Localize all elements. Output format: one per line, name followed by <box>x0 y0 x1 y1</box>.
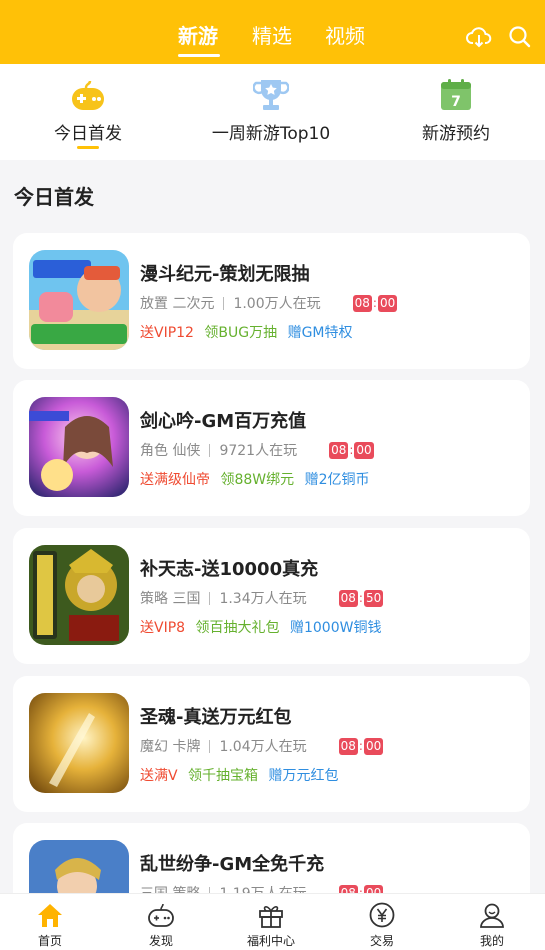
game-thumbnail[interactable] <box>29 397 129 497</box>
game-players: 1.34万人在玩 <box>219 591 307 607</box>
category-today-launch[interactable]: 今日首发 <box>38 64 138 160</box>
game-players: 1.00万人在玩 <box>233 296 321 312</box>
category-label: 今日首发 <box>54 124 122 144</box>
tag-blue: 赠GM特权 <box>287 325 353 341</box>
game-tags: 送VIP12 领BUG万抽 赠GM特权 <box>140 322 359 342</box>
category-weekly-top10[interactable]: 一周新游Top10 <box>200 64 342 160</box>
timer-minutes: 00 <box>363 737 384 755</box>
game-tags: 送满V 领千抽宝箱 赠万元红包 <box>140 765 344 785</box>
timer-minutes: 50 <box>363 589 384 607</box>
game-thumbnail[interactable] <box>29 693 129 793</box>
tab-new-games[interactable]: 新游 <box>178 20 218 49</box>
calendar-icon: 7 <box>441 79 471 110</box>
tag-blue: 赠万元红包 <box>268 768 339 784</box>
active-tab-indicator <box>178 54 220 57</box>
game-genre: 角色 仙侠 <box>140 443 201 459</box>
game-genre: 魔幻 卡牌 <box>140 739 201 755</box>
game-meta: 策略 三国 1.34万人在玩 08:50 <box>140 588 384 608</box>
tag-red: 送满V <box>140 768 178 784</box>
tag-blue: 赠1000W铜钱 <box>289 620 382 636</box>
yen-icon <box>369 902 395 928</box>
gamepad-icon <box>148 903 174 927</box>
nav-trade[interactable]: 交易 <box>342 894 422 950</box>
game-thumbnail[interactable] <box>29 250 129 350</box>
timer-minutes: 00 <box>354 441 374 459</box>
game-tags: 送VIP8 领百抽大礼包 赠1000W铜钱 <box>140 617 387 637</box>
category-reservation[interactable]: 7 新游预约 <box>410 64 502 160</box>
game-card[interactable]: 剑心吟-GM百万充值 角色 仙侠 9721人在玩 08:00 送满级仙帝 领88… <box>13 380 530 516</box>
divider <box>223 296 225 310</box>
game-title[interactable]: 圣魂-真送万元红包 <box>140 703 291 729</box>
tag-green: 领千抽宝箱 <box>188 768 259 784</box>
nav-home[interactable]: 首页 <box>10 894 90 950</box>
game-thumbnail[interactable] <box>29 545 129 645</box>
category-active-indicator <box>77 146 99 149</box>
game-title[interactable]: 剑心吟-GM百万充值 <box>140 407 306 433</box>
nav-welfare[interactable]: 福利中心 <box>231 894 311 950</box>
nav-label: 首页 <box>37 934 62 948</box>
nav-label: 交易 <box>369 934 394 948</box>
game-genre: 放置 二次元 <box>140 296 215 312</box>
game-card[interactable]: 补天志-送10000真充 策略 三国 1.34万人在玩 08:50 送VIP8 … <box>13 528 530 664</box>
game-card[interactable]: 漫斗纪元-策划无限抽 放置 二次元 1.00万人在玩 08:00 送VIP12 … <box>13 233 530 369</box>
game-meta: 魔幻 卡牌 1.04万人在玩 08:00 <box>140 736 384 756</box>
search-icon[interactable] <box>507 24 533 50</box>
timer-hours: 08 <box>338 589 358 607</box>
tag-red: 送满级仙帝 <box>140 472 210 488</box>
gamepad-icon <box>72 80 104 110</box>
nav-profile[interactable]: 我的 <box>452 894 532 950</box>
tab-featured[interactable]: 精选 <box>252 20 292 49</box>
tab-video[interactable]: 视频 <box>325 20 365 49</box>
category-label: 一周新游Top10 <box>211 124 331 144</box>
section-title: 今日首发 <box>14 185 94 209</box>
trophy-icon <box>253 80 289 110</box>
calendar-number: 7 <box>451 94 461 110</box>
category-label: 新游预约 <box>422 124 490 144</box>
category-row: 今日首发 一周新游Top10 7 新游预约 <box>0 64 545 160</box>
home-icon <box>38 904 62 927</box>
game-card[interactable]: 圣魂-真送万元红包 魔幻 卡牌 1.04万人在玩 08:00 送满V 领千抽宝箱… <box>13 676 530 812</box>
tag-blue: 赠2亿铜币 <box>304 472 370 488</box>
timer-hours: 08 <box>338 737 358 755</box>
timer-hours: 08 <box>329 441 349 459</box>
nav-label: 福利中心 <box>246 934 295 948</box>
launch-timer: 08:00 <box>329 441 374 459</box>
cloud-download-icon[interactable] <box>466 24 492 50</box>
game-title[interactable]: 补天志-送10000真充 <box>140 555 318 581</box>
tag-green: 领88W绑元 <box>220 472 295 488</box>
tag-red: 送VIP8 <box>140 620 186 636</box>
bottom-nav: 首页 发现 福利中心 交易 我的 <box>0 893 545 950</box>
game-tags: 送满级仙帝 领88W绑元 赠2亿铜币 <box>140 469 376 489</box>
launch-timer: 08:50 <box>338 589 384 607</box>
game-players: 9721人在玩 <box>219 443 298 459</box>
tag-green: 领BUG万抽 <box>204 325 278 341</box>
divider <box>209 739 211 753</box>
user-icon <box>480 903 504 928</box>
gift-icon <box>259 906 283 928</box>
game-meta: 放置 二次元 1.00万人在玩 08:00 <box>140 293 398 313</box>
divider <box>209 591 211 605</box>
tag-red: 送VIP12 <box>140 325 194 341</box>
nav-label: 我的 <box>479 934 504 948</box>
game-title[interactable]: 乱世纷争-GM全免千充 <box>140 850 324 876</box>
launch-timer: 08:00 <box>352 294 398 312</box>
game-title[interactable]: 漫斗纪元-策划无限抽 <box>140 260 309 286</box>
game-players: 1.04万人在玩 <box>219 739 307 755</box>
nav-label: 发现 <box>148 934 173 948</box>
divider <box>209 443 211 457</box>
timer-minutes: 00 <box>377 294 398 312</box>
tag-green: 领百抽大礼包 <box>195 620 280 636</box>
top-bar: 新游 精选 视频 <box>0 0 545 64</box>
game-genre: 策略 三国 <box>140 591 201 607</box>
nav-discover[interactable]: 发现 <box>121 894 201 950</box>
game-meta: 角色 仙侠 9721人在玩 08:00 <box>140 440 374 460</box>
timer-hours: 08 <box>352 294 372 312</box>
launch-timer: 08:00 <box>338 737 384 755</box>
